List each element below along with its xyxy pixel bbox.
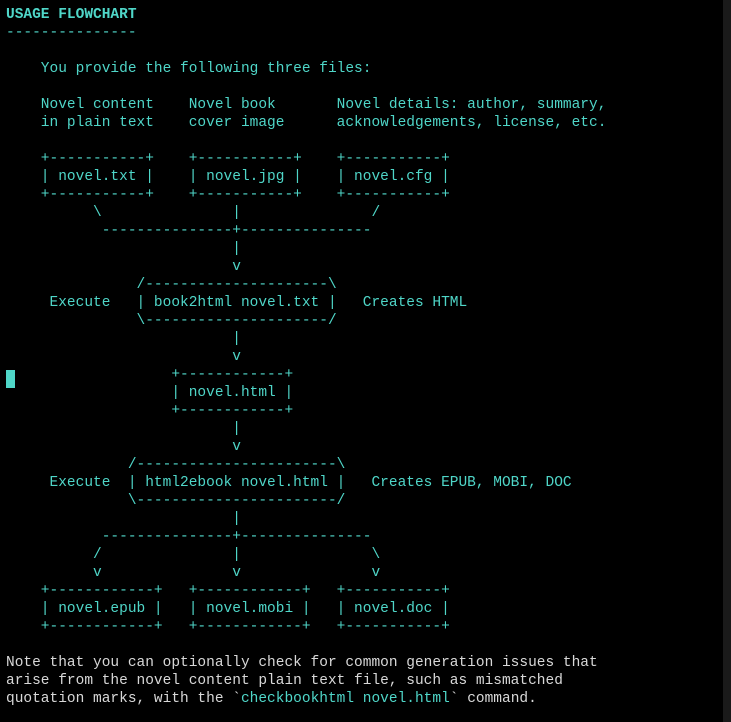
note-line-1: Note that you can optionally check for c… [6, 655, 598, 671]
section-heading: USAGE FLOWCHART [6, 7, 137, 23]
note-line-2: arise from the novel content plain text … [6, 673, 563, 689]
flowchart-diagram: --------------- You provide the followin… [6, 25, 606, 635]
scrollbar[interactable] [723, 0, 731, 722]
terminal-cursor [6, 370, 15, 388]
command-example: checkbookhtml novel.html [241, 691, 450, 707]
note-line-3a: quotation marks, with the ` [6, 691, 241, 707]
terminal-content: USAGE FLOWCHART --------------- You prov… [0, 0, 731, 714]
note-line-3b: ` command. [450, 691, 537, 707]
